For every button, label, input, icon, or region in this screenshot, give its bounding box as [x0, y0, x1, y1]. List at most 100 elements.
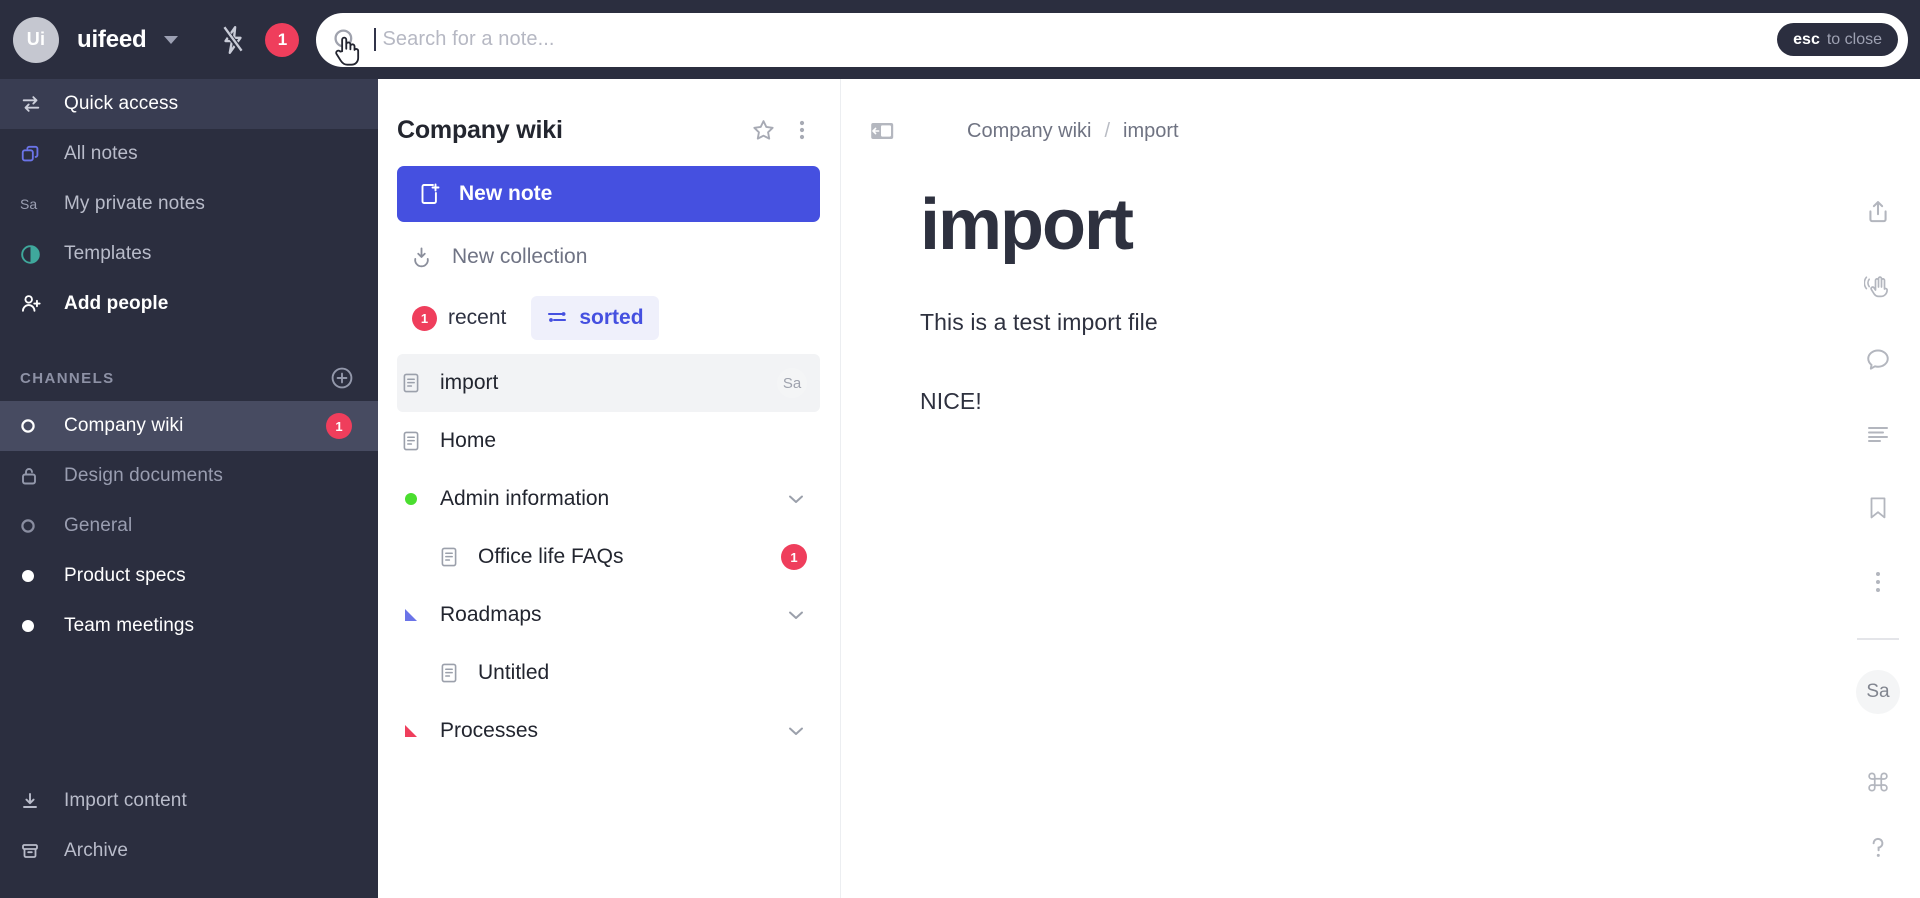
new-note-button[interactable]: New note [397, 166, 820, 222]
sidebar-item-label: Import content [64, 790, 187, 811]
breadcrumb-current[interactable]: import [1123, 120, 1179, 143]
lock-icon [20, 466, 46, 486]
sidebar-item-design-documents[interactable]: Design documents [0, 451, 378, 501]
sidebar-item-archive[interactable]: Archive [0, 826, 378, 876]
document-paragraph-2[interactable]: NICE! [920, 388, 1920, 415]
top-bar: Ui uifeed 1 Search for a note... esc to … [0, 0, 1920, 79]
more-vertical-icon[interactable] [1852, 556, 1904, 608]
list-item-label: Untitled [478, 661, 550, 684]
new-collection-button[interactable]: New collection [397, 232, 820, 282]
chevron-down-icon[interactable] [785, 604, 807, 626]
list-item-import[interactable]: import Sa [397, 354, 820, 412]
left-sidebar: Quick access All notes Sa My private not… [0, 79, 378, 898]
document-icon [397, 372, 425, 394]
person-add-icon [20, 293, 46, 315]
sidebar-item-label: Team meetings [64, 615, 195, 636]
status-badge: 1 [326, 413, 352, 439]
green-dot-icon [397, 492, 425, 506]
status-badge: 1 [412, 305, 437, 331]
wave-hand-icon[interactable] [1852, 260, 1904, 312]
chevron-down-icon[interactable] [164, 35, 179, 44]
notification-badge[interactable]: 1 [265, 22, 300, 57]
sidebar-item-team-meetings[interactable]: Team meetings [0, 601, 378, 651]
share-icon[interactable] [1852, 186, 1904, 238]
help-question-icon[interactable] [1852, 822, 1904, 874]
sidebar-item-add-people[interactable]: Add people [0, 279, 378, 329]
download-icon [20, 791, 46, 811]
chevron-down-icon[interactable] [785, 720, 807, 742]
avatar-sa-icon: Sa [20, 196, 38, 212]
sidebar-item-templates[interactable]: Templates [0, 229, 378, 279]
page-title: Company wiki [397, 115, 563, 144]
outline-icon[interactable] [1852, 408, 1904, 460]
channels-section-header: CHANNELS [0, 355, 378, 401]
sidebar-item-company-wiki[interactable]: Company wiki 1 [0, 401, 378, 451]
plus-circle-icon[interactable] [330, 366, 354, 390]
red-triangle-icon [397, 723, 425, 740]
document-paragraph-1[interactable]: This is a test import file [920, 309, 1920, 336]
avatar[interactable]: Sa [1856, 670, 1900, 714]
avatar: Sa [777, 368, 807, 398]
workspace-avatar[interactable]: Ui [13, 16, 59, 63]
documents-panel: Company wiki New note New collection 1 r… [378, 79, 841, 898]
sidebar-item-label: Add people [64, 293, 169, 314]
search-input[interactable]: Search for a note... [382, 28, 1777, 51]
more-vertical-icon[interactable] [792, 118, 812, 142]
list-item-office-life-faqs[interactable]: Office life FAQs 1 [397, 528, 820, 586]
list-item-home[interactable]: Home [397, 412, 820, 470]
collapse-panel-icon[interactable] [870, 120, 895, 142]
status-badge: 1 [781, 544, 807, 570]
bookmark-icon[interactable] [1852, 482, 1904, 534]
sort-icon [546, 309, 568, 327]
tab-sorted[interactable]: sorted [531, 296, 659, 340]
esc-to-close-badge[interactable]: esc to close [1777, 23, 1898, 56]
sidebar-item-label: General [64, 515, 133, 536]
list-item-label: Admin information [440, 487, 610, 510]
breadcrumb-bar: Company wiki / import [842, 79, 1920, 143]
list-item-label: Processes [440, 719, 539, 742]
tab-recent[interactable]: 1 recent [397, 296, 521, 340]
sidebar-item-quick-access[interactable]: Quick access [0, 79, 378, 129]
document-title[interactable]: import [920, 189, 1920, 261]
document-list: import Sa Home Admin information Office … [378, 354, 840, 760]
document-body[interactable]: import This is a test import file NICE! [842, 141, 1920, 415]
list-item-processes[interactable]: Processes [397, 702, 820, 760]
comment-icon[interactable] [1852, 334, 1904, 386]
list-item-untitled[interactable]: Untitled [397, 644, 820, 702]
new-collection-icon [410, 245, 433, 269]
command-key-icon[interactable] [1852, 756, 1904, 808]
sidebar-item-all-notes[interactable]: All notes [0, 129, 378, 179]
sidebar-item-product-specs[interactable]: Product specs [0, 551, 378, 601]
new-collection-label: New collection [452, 245, 588, 268]
circle-outline-icon [20, 518, 46, 534]
dot-filled-icon [20, 618, 46, 634]
document-icon [435, 662, 463, 684]
sidebar-item-my-private-notes[interactable]: Sa My private notes [0, 179, 378, 229]
search-bar[interactable]: Search for a note... esc to close [316, 12, 1908, 67]
dot-filled-icon [20, 568, 46, 584]
sidebar-item-import-content[interactable]: Import content [0, 776, 378, 826]
esc-key-label: esc [1793, 30, 1820, 48]
circle-outline-icon [20, 418, 46, 434]
breadcrumb-parent[interactable]: Company wiki [967, 120, 1091, 143]
document-icon [397, 430, 425, 452]
sidebar-item-label: Quick access [64, 93, 179, 114]
sidebar-item-general[interactable]: General [0, 501, 378, 551]
new-note-icon [418, 182, 441, 206]
star-icon[interactable] [751, 118, 776, 143]
tab-label: recent [448, 306, 507, 329]
list-item-admin-information[interactable]: Admin information [397, 470, 820, 528]
bolt-icon[interactable] [220, 25, 246, 55]
toolbar-divider [1857, 638, 1899, 640]
sidebar-item-label: My private notes [64, 193, 205, 214]
workspace-name[interactable]: uifeed [77, 26, 147, 54]
list-item-label: Office life FAQs [478, 545, 624, 568]
new-note-label: New note [459, 182, 553, 205]
text-cursor [374, 28, 377, 51]
list-item-label: Roadmaps [440, 603, 542, 626]
chevron-down-icon[interactable] [785, 488, 807, 510]
sidebar-item-label: All notes [64, 143, 138, 164]
list-item-roadmaps[interactable]: Roadmaps [397, 586, 820, 644]
tab-label: sorted [579, 306, 644, 329]
